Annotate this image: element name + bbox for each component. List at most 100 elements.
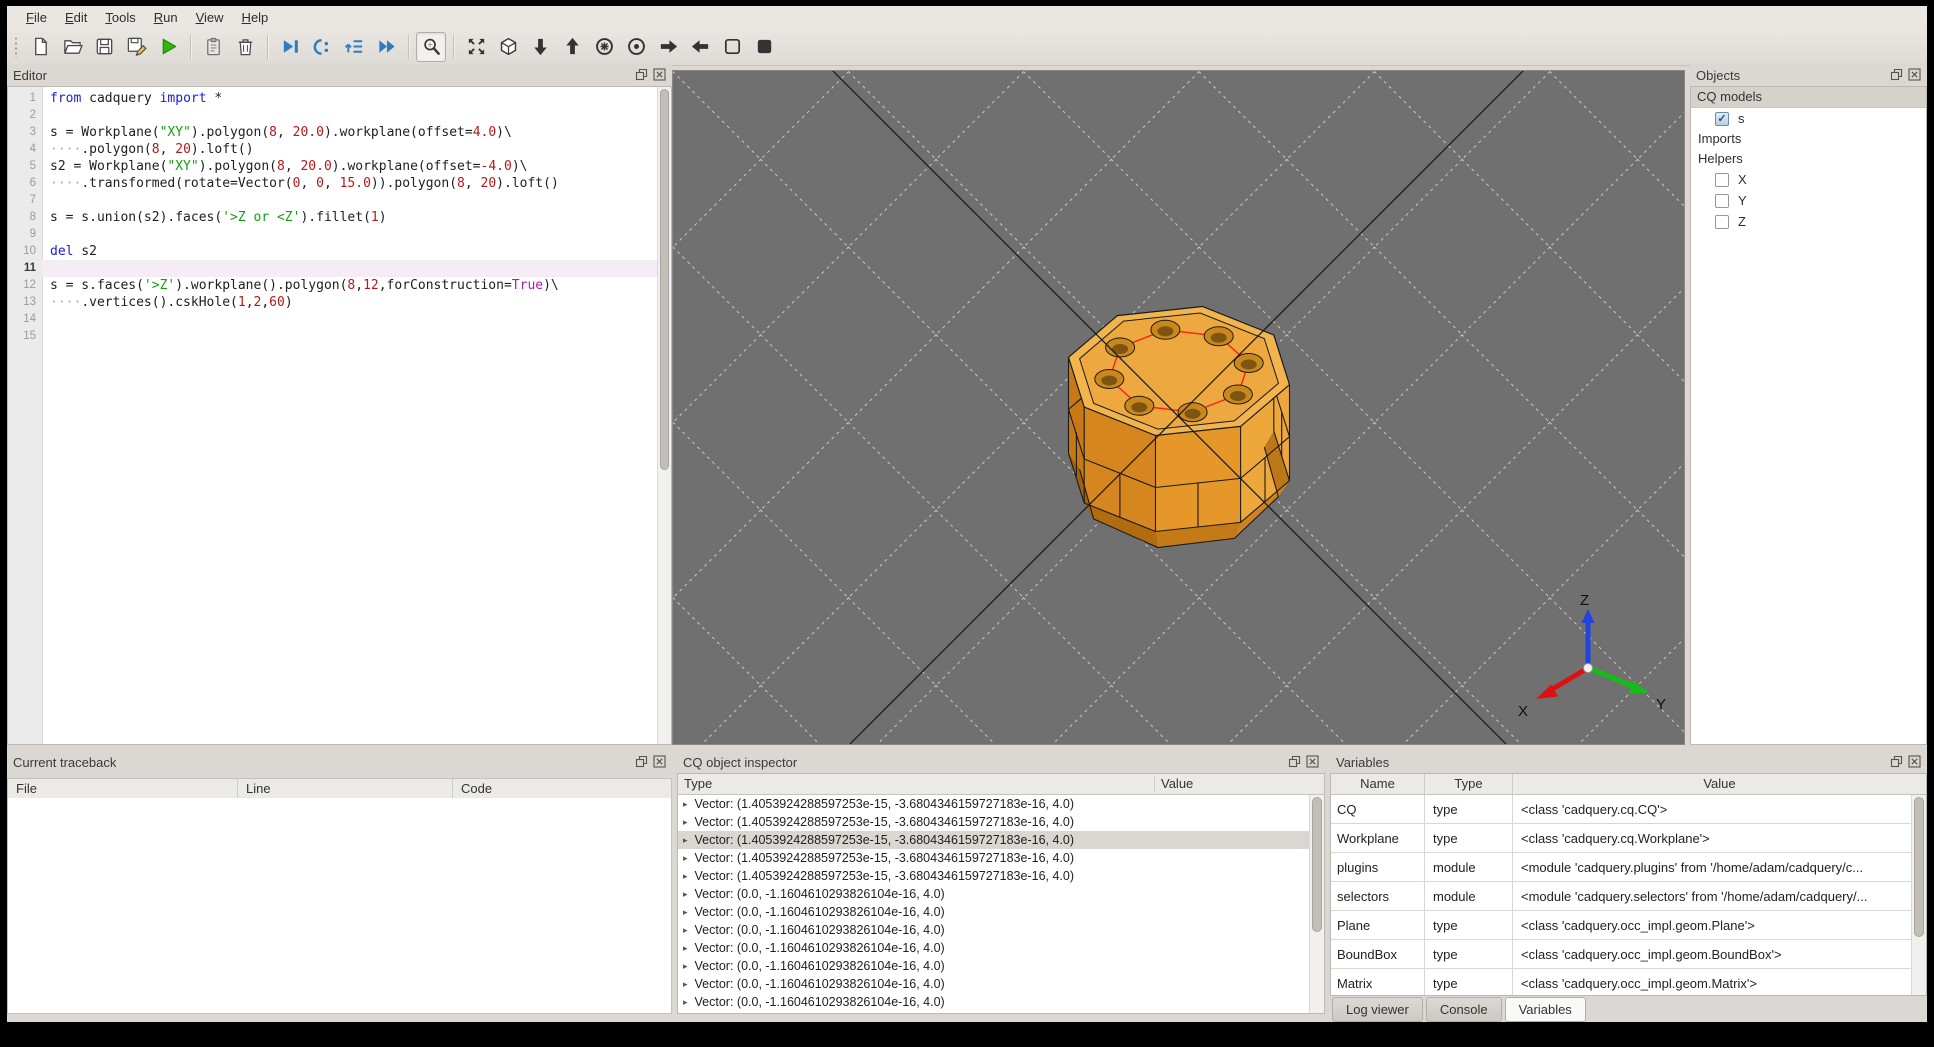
variable-row[interactable]: selectors module <module 'cadquery.selecto… bbox=[1331, 882, 1912, 911]
variables-column-value[interactable]: Value bbox=[1513, 774, 1926, 794]
inspector-rows[interactable]: ▸ Vector: (1.4053924288597253e-15, -3.680… bbox=[678, 795, 1310, 1013]
code-line-13[interactable]: 13 ····.vertices().cskHole(1,2,60) bbox=[8, 294, 657, 311]
float-panel-icon[interactable] bbox=[635, 68, 648, 81]
traceback-column-code[interactable]: Code bbox=[453, 779, 671, 798]
delete-button[interactable] bbox=[230, 32, 260, 62]
float-panel-icon[interactable] bbox=[635, 755, 648, 768]
expand-arrow-icon[interactable]: ▸ bbox=[683, 871, 688, 882]
inspector-row[interactable]: ▸Vector: (0.0, -1.1604610293826104e-16, … bbox=[678, 1011, 1310, 1013]
traceback-table-body[interactable] bbox=[7, 798, 672, 1014]
view-bottom-button[interactable] bbox=[557, 32, 587, 62]
traceback-column-line[interactable]: Line bbox=[238, 779, 453, 798]
code-line-2[interactable]: 2 bbox=[8, 107, 657, 124]
expand-arrow-icon[interactable]: ▸ bbox=[683, 817, 688, 828]
variables-panel-titlebar[interactable]: Variables bbox=[1330, 751, 1927, 773]
wireframe-button[interactable] bbox=[717, 32, 747, 62]
editor-scrollbar-thumb[interactable] bbox=[660, 89, 669, 471]
view-back-button[interactable] bbox=[621, 32, 651, 62]
variables-scrollbar[interactable] bbox=[1911, 795, 1926, 995]
variable-row[interactable]: Matrix type <class 'cadquery.occ_impl.geom… bbox=[1331, 969, 1912, 995]
view-top-button[interactable] bbox=[525, 32, 555, 62]
checkbox-s[interactable]: ✓ bbox=[1715, 111, 1729, 126]
variable-row[interactable]: plugins module <module 'cadquery.plugins' … bbox=[1331, 853, 1912, 882]
editor-panel-titlebar[interactable]: Editor bbox=[7, 64, 672, 86]
menu-file[interactable]: File bbox=[17, 8, 56, 27]
code-editor[interactable]: 1 from cadquery import * 2 3 s = Workplane("… bbox=[7, 86, 672, 745]
close-panel-icon[interactable] bbox=[653, 68, 666, 81]
continue-button[interactable] bbox=[371, 32, 401, 62]
checkbox-z[interactable] bbox=[1715, 214, 1729, 229]
code-line-14[interactable]: 14 bbox=[8, 311, 657, 328]
tree-item-imports[interactable]: Imports bbox=[1691, 129, 1926, 149]
step-button[interactable] bbox=[307, 32, 337, 62]
variables-scrollbar-thumb[interactable] bbox=[1914, 797, 1924, 937]
close-panel-icon[interactable] bbox=[1306, 755, 1319, 768]
variable-row[interactable]: CQ type <class 'cadquery.cq.CQ'> bbox=[1331, 795, 1912, 824]
code-line-3[interactable]: 3 s = Workplane("XY").polygon(8, 20.0).wo… bbox=[8, 124, 657, 141]
inspector-column-type[interactable]: Type bbox=[684, 774, 712, 793]
code-line-4[interactable]: 4 ····.polygon(8, 20).loft() bbox=[8, 141, 657, 158]
variable-row[interactable]: Plane type <class 'cadquery.occ_impl.geom.… bbox=[1331, 911, 1912, 940]
code-line-9[interactable]: 9 bbox=[8, 226, 657, 243]
variables-rows[interactable]: CQ type <class 'cadquery.cq.CQ'> Workplane t… bbox=[1331, 795, 1912, 995]
view-right-button[interactable] bbox=[685, 32, 715, 62]
expand-arrow-icon[interactable]: ▸ bbox=[683, 997, 688, 1008]
code-line-12[interactable]: 12 s = s.faces('>Z').workplane().polygon(… bbox=[8, 277, 657, 294]
inspector-column-value[interactable]: Value bbox=[1161, 774, 1193, 793]
tree-item-helpers[interactable]: Helpers bbox=[1691, 149, 1926, 169]
inspector-scrollbar[interactable] bbox=[1309, 795, 1324, 1013]
render-button[interactable] bbox=[153, 32, 183, 62]
code-line-10[interactable]: 10 del s2 bbox=[8, 243, 657, 260]
new-document-button[interactable] bbox=[25, 32, 55, 62]
code-line-11[interactable]: 11 bbox=[8, 260, 657, 277]
tree-item-s[interactable]: ✓ s bbox=[1691, 108, 1926, 129]
variable-row[interactable]: Workplane type <class 'cadquery.cq.Workpla… bbox=[1331, 824, 1912, 853]
float-panel-icon[interactable] bbox=[1288, 755, 1301, 768]
float-panel-icon[interactable] bbox=[1890, 755, 1903, 768]
inspector-row[interactable]: ▸Vector: (0.0, -1.1604610293826104e-16, … bbox=[678, 939, 1310, 957]
checkbox-y[interactable] bbox=[1715, 193, 1729, 208]
zoom-tool-button[interactable] bbox=[416, 31, 446, 62]
step-in-button[interactable] bbox=[339, 32, 369, 62]
code-line-6[interactable]: 6 ····.transformed(rotate=Vector(0, 0, 15… bbox=[8, 175, 657, 192]
view-front-button[interactable] bbox=[589, 32, 619, 62]
3d-viewport[interactable]: Z X Y bbox=[571, 6, 1785, 1022]
code-line-8[interactable]: 8 s = s.union(s2).faces('>Z or <Z').fille… bbox=[8, 209, 657, 226]
expand-arrow-icon[interactable]: ▸ bbox=[683, 925, 688, 936]
menu-run[interactable]: Run bbox=[145, 8, 187, 27]
objects-section-cq-models[interactable]: CQ models bbox=[1691, 87, 1926, 108]
variables-column-name[interactable]: Name bbox=[1331, 774, 1425, 794]
inspector-panel-titlebar[interactable]: CQ object inspector bbox=[677, 751, 1325, 773]
menu-help[interactable]: Help bbox=[233, 8, 278, 27]
expand-arrow-icon[interactable]: ▸ bbox=[683, 961, 688, 972]
objects-panel-titlebar[interactable]: Objects bbox=[1690, 64, 1927, 86]
close-panel-icon[interactable] bbox=[1908, 755, 1921, 768]
menu-tools[interactable]: Tools bbox=[96, 8, 144, 27]
tab-variables[interactable]: Variables bbox=[1504, 997, 1586, 1022]
inspector-row[interactable]: ▸Vector: (0.0, -1.1604610293826104e-16, … bbox=[678, 975, 1310, 993]
inspector-row[interactable]: ▸Vector: (0.0, -1.1604610293826104e-16, … bbox=[678, 903, 1310, 921]
expand-arrow-icon[interactable]: ▸ bbox=[683, 943, 688, 954]
save-as-button[interactable] bbox=[121, 32, 151, 62]
inspector-row[interactable]: ▸ Vector: (1.4053924288597253e-15, -3.680… bbox=[678, 849, 1310, 867]
save-button[interactable] bbox=[89, 32, 119, 62]
shaded-button[interactable] bbox=[749, 32, 779, 62]
expand-arrow-icon[interactable]: ▸ bbox=[683, 835, 688, 846]
editor-scrollbar[interactable] bbox=[657, 87, 671, 744]
close-panel-icon[interactable] bbox=[653, 755, 666, 768]
viewport-canvas[interactable]: Z X Y bbox=[571, 6, 1785, 1022]
fit-view-button[interactable] bbox=[461, 32, 491, 62]
menu-view[interactable]: View bbox=[187, 8, 233, 27]
menu-edit[interactable]: Edit bbox=[56, 8, 96, 27]
inspector-row[interactable]: ▸Vector: (0.0, -1.1604610293826104e-16, … bbox=[678, 885, 1310, 903]
inspector-row[interactable]: ▸Vector: (0.0, -1.1604610293826104e-16, … bbox=[678, 957, 1310, 975]
debug-button[interactable] bbox=[275, 32, 305, 62]
inspector-row[interactable]: ▸Vector: (0.0, -1.1604610293826104e-16, … bbox=[678, 921, 1310, 939]
expand-arrow-icon[interactable]: ▸ bbox=[683, 889, 688, 900]
code-line-7[interactable]: 7 bbox=[8, 192, 657, 209]
inspector-row[interactable]: ▸ Vector: (1.4053924288597253e-15, -3.680… bbox=[678, 831, 1310, 849]
toolbar-drag-handle[interactable] bbox=[14, 35, 20, 58]
objects-tree[interactable]: CQ models ✓ s Imports Helpers X Y Z bbox=[1690, 86, 1927, 745]
cad-model[interactable] bbox=[1067, 305, 1291, 549]
inspector-row[interactable]: ▸ Vector: (1.4053924288597253e-15, -3.680… bbox=[678, 795, 1310, 813]
